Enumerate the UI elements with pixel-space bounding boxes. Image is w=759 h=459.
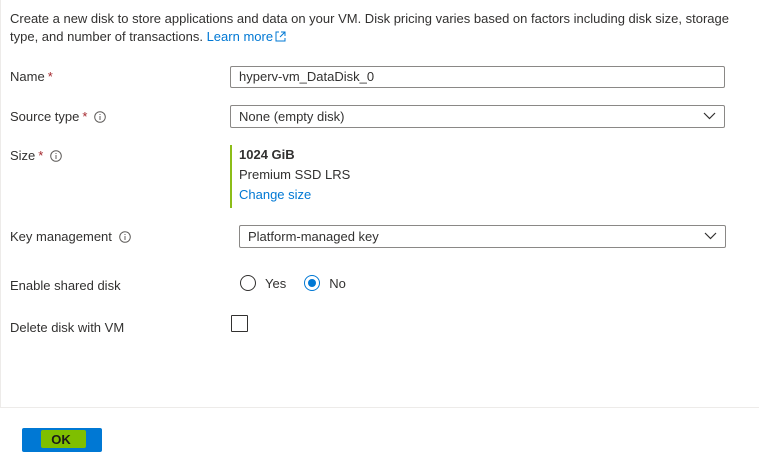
ok-button-label: OK — [51, 432, 71, 447]
chevron-down-icon — [704, 232, 717, 240]
intro-text-block: Create a new disk to store applications … — [10, 10, 750, 46]
disk-name-input[interactable]: hyperv-vm_DataDisk_0 — [230, 66, 725, 88]
required-asterisk: * — [47, 69, 53, 84]
key-management-dropdown[interactable]: Platform-managed key — [239, 225, 726, 248]
radio-circle[interactable] — [240, 275, 256, 291]
change-size-link[interactable]: Change size — [239, 186, 350, 204]
size-value: 1024 GiB — [239, 147, 295, 162]
external-link-icon — [275, 31, 286, 42]
disk-sku: Premium SSD LRS — [239, 167, 351, 182]
shared-disk-yes-radio[interactable]: Yes — [240, 275, 286, 291]
info-icon[interactable] — [94, 111, 107, 123]
source-type-dropdown[interactable]: None (empty disk) — [230, 105, 725, 128]
size-label: Size * — [10, 147, 63, 165]
delete-with-vm-label: Delete disk with VM — [10, 320, 125, 335]
footer-divider — [0, 407, 759, 408]
learn-more-link[interactable]: Learn more — [207, 29, 286, 44]
required-asterisk: * — [38, 148, 44, 163]
source-type-value: None (empty disk) — [239, 109, 345, 124]
delete-with-vm-checkbox[interactable] — [231, 315, 248, 332]
shared-disk-no-radio[interactable]: No — [304, 275, 346, 291]
info-icon[interactable] — [50, 150, 63, 162]
size-summary: 1024 GiB Premium SSD LRS Change size — [230, 145, 350, 208]
name-label: Name * — [10, 69, 53, 84]
radio-label-no: No — [329, 275, 346, 291]
key-management-value: Platform-managed key — [248, 229, 379, 244]
intro-description: Create a new disk to store applications … — [10, 11, 729, 44]
chevron-down-icon — [703, 112, 716, 120]
radio-label-yes: Yes — [265, 275, 287, 291]
shared-disk-radio-group: Yes No — [240, 273, 364, 293]
key-management-label: Key management — [10, 228, 131, 246]
radio-circle-selected[interactable] — [304, 275, 321, 291]
panel-left-border — [0, 0, 1, 407]
info-icon[interactable] — [119, 231, 131, 243]
source-type-label: Source type * — [10, 108, 107, 126]
required-asterisk: * — [82, 109, 88, 124]
shared-disk-label: Enable shared disk — [10, 278, 121, 293]
ok-button[interactable]: OK — [22, 428, 102, 452]
